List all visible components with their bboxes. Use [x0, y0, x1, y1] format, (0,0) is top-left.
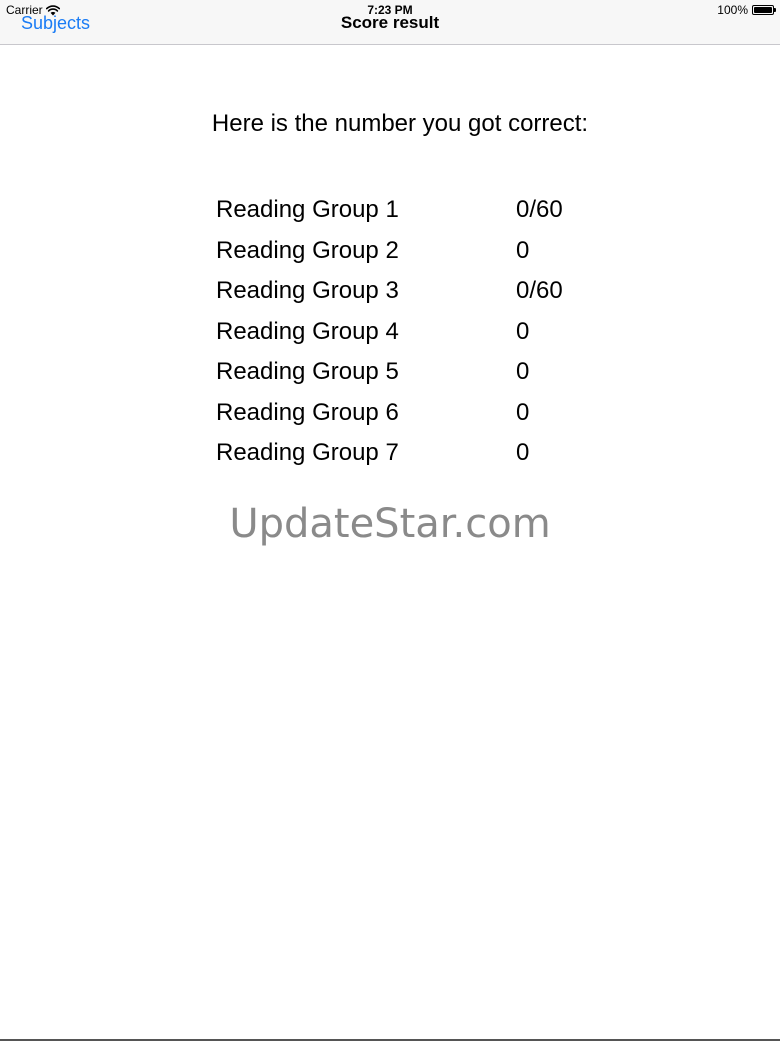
- score-row: Reading Group 7 0: [216, 433, 616, 474]
- score-value: 0: [516, 358, 530, 386]
- score-label: Reading Group 3: [216, 277, 399, 305]
- score-label: Reading Group 1: [216, 196, 399, 224]
- score-row: Reading Group 4 0: [216, 312, 616, 353]
- score-label: Reading Group 5: [216, 358, 399, 386]
- score-value: 0: [516, 439, 530, 467]
- score-row: Reading Group 1 0/60: [216, 190, 616, 231]
- score-value: 0: [516, 236, 530, 264]
- score-value: 0: [516, 398, 530, 426]
- score-row: Reading Group 6 0: [216, 393, 616, 434]
- score-label: Reading Group 6: [216, 398, 399, 426]
- page-title: Score result: [340, 13, 440, 32]
- score-row: Reading Group 2 0: [216, 231, 616, 272]
- score-value: 0: [516, 317, 530, 345]
- score-row: Reading Group 3 0/60: [216, 271, 616, 312]
- score-value: 0/60: [516, 277, 563, 305]
- score-label: Reading Group 7: [216, 439, 399, 467]
- navigation-bar: Carrier 7:23 PM 100% Subjects Score resu…: [0, 0, 780, 45]
- results-heading: Here is the number you got correct:: [211, 110, 589, 137]
- score-list: Reading Group 1 0/60 Reading Group 2 0 R…: [216, 190, 616, 474]
- watermark: UpdateStar.com: [229, 501, 551, 547]
- score-value: 0/60: [516, 196, 563, 224]
- score-row: Reading Group 5 0: [216, 352, 616, 393]
- score-label: Reading Group 2: [216, 236, 399, 264]
- score-label: Reading Group 4: [216, 317, 399, 345]
